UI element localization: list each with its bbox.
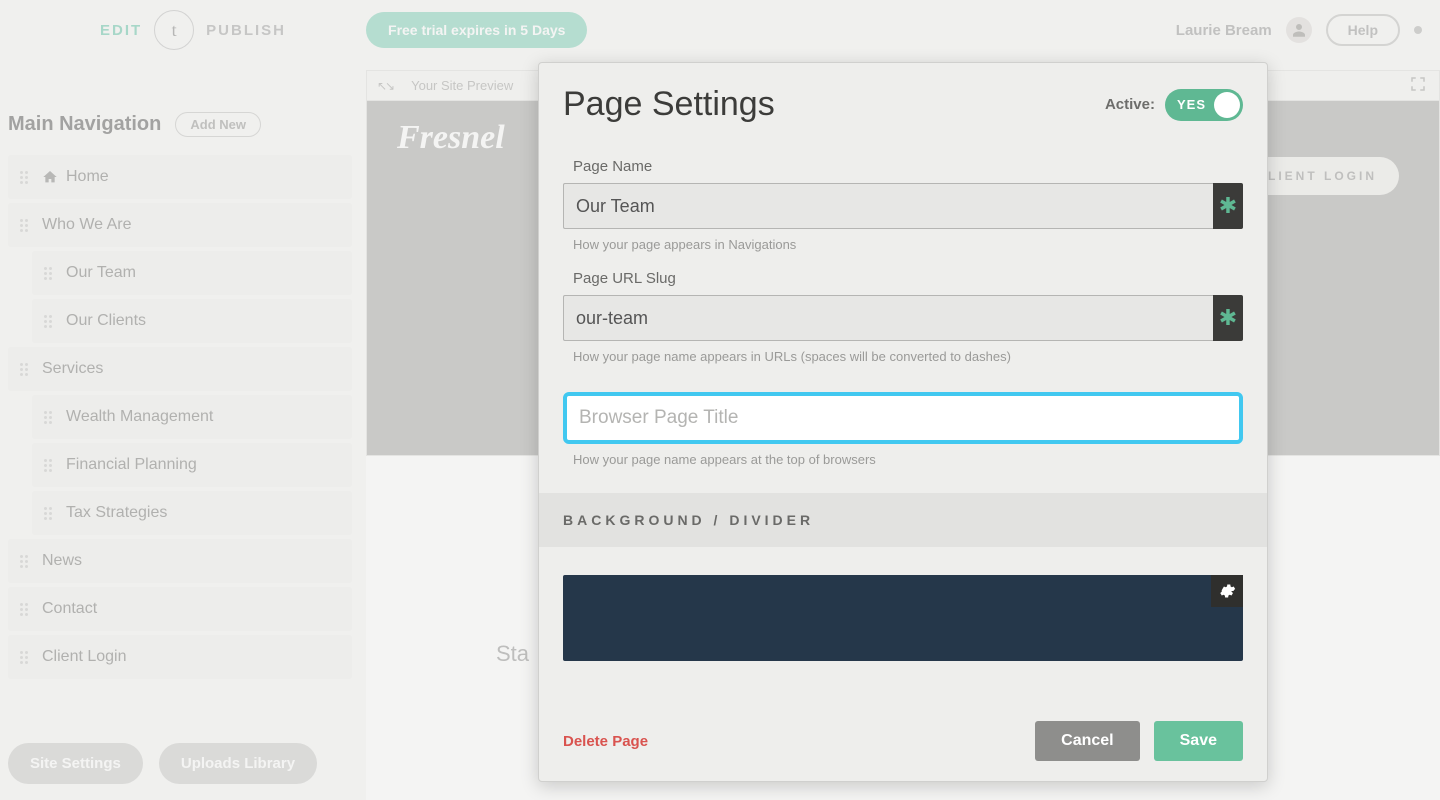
drag-handle-icon[interactable] [20,555,32,568]
sidebar-item-contact[interactable]: Contact [8,587,352,631]
sidebar-item-client-login[interactable]: Client Login [8,635,352,679]
page-settings-modal: Page Settings Active: YES Page Name ✱ Ho… [538,62,1268,782]
background-preview[interactable] [563,575,1243,661]
sidebar-item-our-team[interactable]: Our Team [32,251,352,295]
sidebar-item-label: Wealth Management [66,408,213,426]
menu-icon[interactable] [1414,26,1422,34]
sidebar-item-label: News [42,552,82,570]
sidebar-item-news[interactable]: News [8,539,352,583]
required-icon: ✱ [1213,183,1243,229]
sidebar-item-label: Tax Strategies [66,504,167,522]
sidebar: Main Navigation Add New Home Who We Are Ou… [8,112,352,683]
logo-icon[interactable]: t [154,10,194,50]
edit-link[interactable]: EDIT [100,22,142,39]
drag-handle-icon[interactable] [44,315,56,328]
drag-handle-icon[interactable] [44,411,56,424]
sidebar-item-services[interactable]: Services [8,347,352,391]
browser-title-help: How your page name appears at the top of… [573,452,1243,467]
drag-handle-icon[interactable] [44,507,56,520]
save-button[interactable]: Save [1154,721,1243,761]
slug-input[interactable] [563,295,1213,341]
sidebar-item-our-clients[interactable]: Our Clients [32,299,352,343]
drag-handle-icon[interactable] [44,267,56,280]
sidebar-item-label: Financial Planning [66,456,197,474]
sidebar-item-who-we-are[interactable]: Who We Are [8,203,352,247]
sidebar-item-label: Contact [42,600,97,618]
active-toggle[interactable]: YES [1165,89,1243,121]
home-icon [42,169,58,185]
preview-collapse-icon[interactable]: ↖↘ [377,79,393,93]
publish-link[interactable]: PUBLISH [206,22,286,39]
sidebar-item-wealth-management[interactable]: Wealth Management [32,395,352,439]
avatar-icon[interactable] [1286,17,1312,43]
background-section-header: BACKGROUND / DIVIDER [539,493,1267,547]
preview-text-fragment: Sta [496,641,529,667]
user-name[interactable]: Laurie Bream [1176,22,1272,39]
background-settings-button[interactable] [1211,575,1243,607]
drag-handle-icon[interactable] [20,363,32,376]
browser-title-field[interactable] [563,392,1243,444]
sidebar-item-label: Home [66,168,109,186]
sidebar-item-tax-strategies[interactable]: Tax Strategies [32,491,352,535]
sidebar-item-financial-planning[interactable]: Financial Planning [32,443,352,487]
slug-label: Page URL Slug [573,270,1243,287]
page-name-help: How your page appears in Navigations [573,237,1243,252]
toggle-knob [1214,92,1240,118]
logo-letter: t [172,20,177,41]
uploads-library-button[interactable]: Uploads Library [159,743,317,784]
drag-handle-icon[interactable] [20,171,32,184]
sidebar-item-label: Our Clients [66,312,146,330]
site-settings-button[interactable]: Site Settings [8,743,143,784]
add-new-button[interactable]: Add New [175,112,261,137]
toggle-text: YES [1177,97,1206,112]
sidebar-item-label: Our Team [66,264,136,282]
drag-handle-icon[interactable] [20,219,32,232]
fullscreen-icon[interactable] [1409,75,1427,96]
cancel-button[interactable]: Cancel [1035,721,1139,761]
browser-title-input[interactable] [577,406,1229,430]
help-button[interactable]: Help [1326,14,1400,46]
nav-list: Home Who We Are Our Team Our Clients Service… [8,155,352,679]
brand-logo: Fresnel [397,119,505,157]
drag-handle-icon[interactable] [20,603,32,616]
trial-banner[interactable]: Free trial expires in 5 Days [366,12,587,48]
slug-help: How your page name appears in URLs (spac… [573,349,1243,364]
delete-page-link[interactable]: Delete Page [563,733,648,750]
sidebar-item-label: Who We Are [42,216,132,234]
page-name-label: Page Name [573,158,1243,175]
drag-handle-icon[interactable] [20,651,32,664]
required-icon: ✱ [1213,295,1243,341]
sidebar-item-home[interactable]: Home [8,155,352,199]
gear-icon [1218,582,1236,600]
sidebar-item-label: Client Login [42,648,127,666]
modal-title: Page Settings [563,85,775,124]
drag-handle-icon[interactable] [44,459,56,472]
sidebar-item-label: Services [42,360,103,378]
page-name-input[interactable] [563,183,1213,229]
active-label: Active: [1105,96,1155,113]
preview-label: Your Site Preview [411,78,513,93]
top-bar: EDIT t PUBLISH Free trial expires in 5 D… [0,0,1440,60]
sidebar-title: Main Navigation [8,113,161,136]
